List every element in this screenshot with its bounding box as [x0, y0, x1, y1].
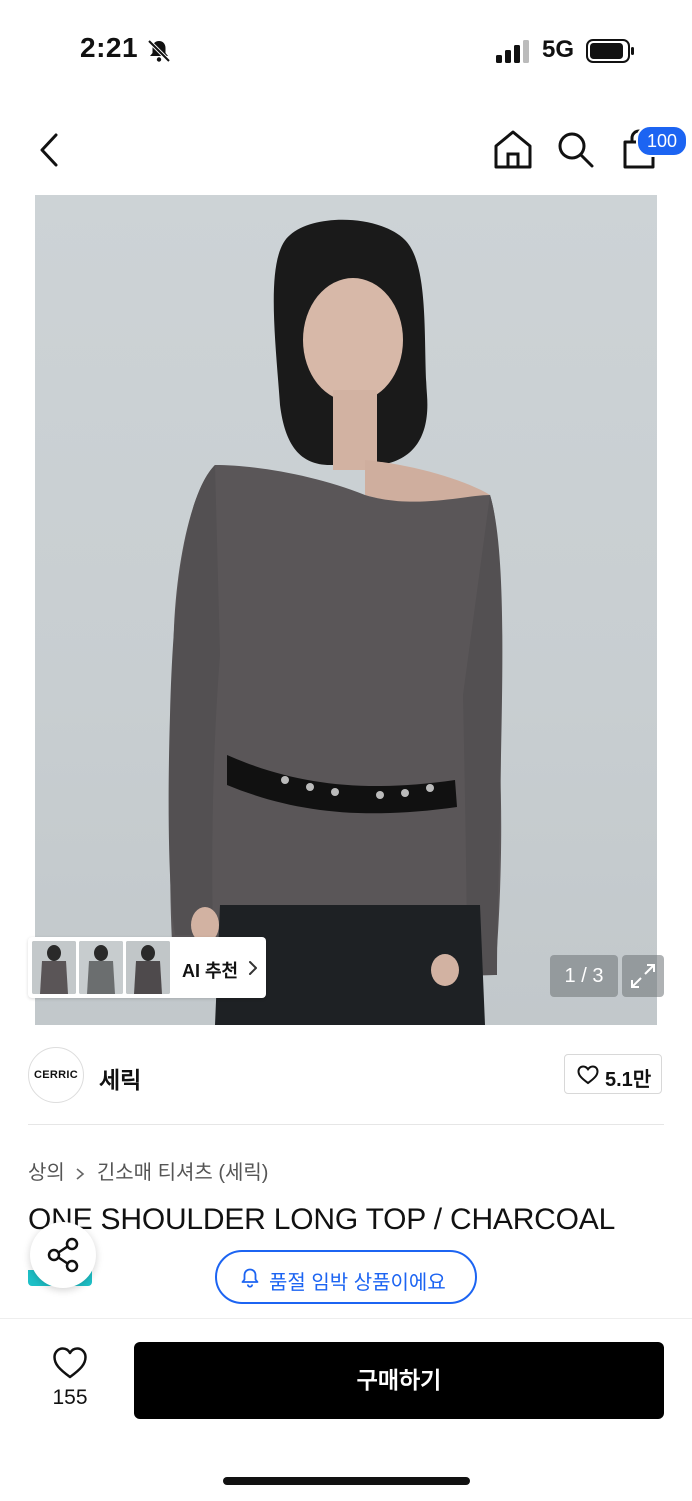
breadcrumb: 상의 긴소매 티셔츠 (세릭) [28, 1156, 268, 1185]
brand-name[interactable]: 세릭 [99, 1061, 141, 1095]
expand-button[interactable] [622, 955, 664, 997]
share-button[interactable] [30, 1222, 96, 1288]
status-time: 2:21 [80, 32, 139, 63]
network-type: 5G [542, 36, 575, 63]
image-counter: 1 / 3 [550, 955, 618, 997]
product-photo [168, 219, 503, 1025]
ai-thumbnail[interactable] [126, 941, 170, 994]
home-indicator[interactable] [223, 1477, 470, 1485]
search-icon[interactable] [554, 128, 596, 170]
product-title: ONE SHOULDER LONG TOP / CHARCOAL [28, 1203, 616, 1236]
ai-recommend-label: AI 추천 [182, 961, 239, 981]
soldout-notice[interactable]: 품절 임박 상품이에요 [215, 1250, 477, 1304]
heart-icon [577, 1065, 599, 1085]
cart-badge: 100 [636, 125, 688, 157]
expand-icon [631, 964, 655, 988]
ai-thumbnail[interactable] [32, 941, 76, 994]
battery-icon [586, 39, 634, 63]
bell-icon [241, 1268, 259, 1288]
soldout-text: 품절 임박 상품이에요 [269, 1272, 446, 1294]
breadcrumb-item[interactable]: 상의 [28, 1162, 65, 1184]
ai-recommend-panel[interactable]: AI 추천 [28, 937, 266, 998]
wishlist-heart-icon[interactable] [52, 1346, 88, 1380]
wishlist-count: 155 [52, 1386, 88, 1409]
divider [28, 1124, 664, 1125]
chevron-right-icon [249, 961, 257, 975]
ai-thumbnail[interactable] [79, 941, 123, 994]
back-arrow-icon[interactable] [34, 130, 68, 170]
product-image[interactable] [35, 195, 657, 1025]
chevron-right-icon [76, 1168, 85, 1180]
share-icon [47, 1237, 79, 1273]
brand-like-count: 5.1만 [605, 1069, 652, 1091]
home-icon[interactable] [492, 128, 534, 170]
signal-icon [496, 40, 529, 63]
brand-like-button[interactable]: 5.1만 [564, 1054, 662, 1094]
buy-button[interactable]: 구매하기 [134, 1342, 664, 1419]
brand-logo[interactable]: CERRIC [28, 1047, 84, 1103]
breadcrumb-item[interactable]: 긴소매 티셔츠 (세릭) [97, 1162, 269, 1184]
bell-slash-icon [147, 39, 171, 63]
